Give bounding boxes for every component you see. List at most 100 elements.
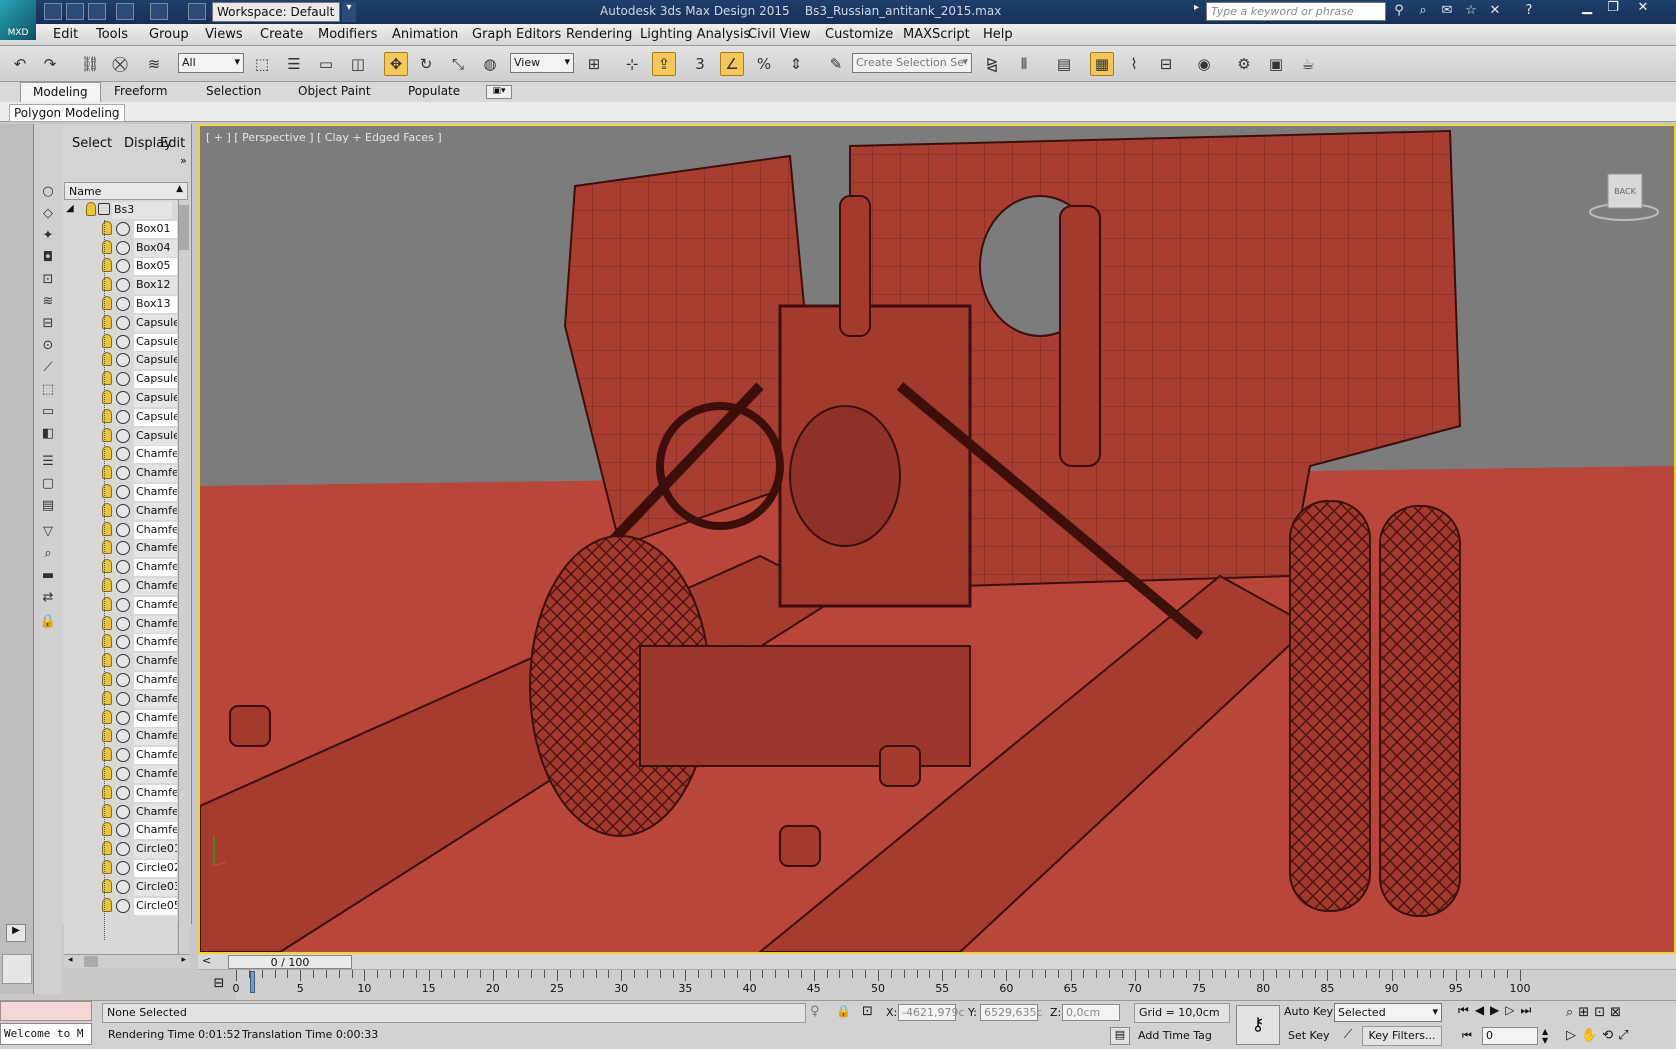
list-item[interactable]: Box01 — [64, 219, 177, 239]
snaps-toggle-icon[interactable]: 3 — [688, 52, 712, 76]
object-name[interactable]: Chamfe — [134, 728, 177, 746]
list-item[interactable]: Box04 — [64, 238, 177, 258]
list-item[interactable]: Chamfe — [64, 651, 177, 671]
object-name[interactable]: Chamfe — [134, 615, 177, 633]
list-item[interactable]: Chamfe — [64, 708, 177, 728]
select-object-icon[interactable]: ⬚ — [250, 52, 274, 76]
render-toggle-icon[interactable] — [116, 503, 130, 518]
close-button[interactable]: ✕ — [1630, 0, 1656, 20]
rectangular-selection-icon[interactable]: ▭ — [314, 52, 338, 76]
select-and-rotate-icon[interactable]: ↻ — [414, 52, 438, 76]
render-toggle-icon[interactable] — [116, 654, 130, 669]
track-bar-ruler[interactable]: 0 5 10 15 20 25 30 35 40 45 50 55 60 65 70 75 80 85 90 95 10… — [233, 970, 1676, 1000]
keyboard-shortcut-override-icon[interactable]: ⇪ — [652, 52, 676, 76]
render-toggle-icon[interactable] — [116, 297, 130, 311]
render-toggle-icon[interactable] — [116, 842, 130, 857]
list-vertical-scrollbar[interactable] — [178, 200, 190, 954]
list-item[interactable]: Circle05 — [64, 896, 177, 916]
render-toggle-icon[interactable] — [116, 447, 130, 462]
xrefs-filter-icon[interactable]: ⊙ — [39, 338, 57, 356]
render-toggle-icon[interactable] — [116, 861, 130, 875]
time-slider-thumb[interactable]: 0 / 100 — [228, 955, 352, 969]
render-toggle-icon[interactable] — [116, 353, 130, 368]
list-item[interactable]: Chamfe — [64, 670, 177, 690]
render-toggle-icon[interactable] — [116, 541, 130, 556]
list-item[interactable]: Chamfe — [64, 557, 177, 577]
percent-snap-icon[interactable]: % — [752, 52, 776, 76]
list-item[interactable]: Chamfe — [64, 820, 177, 840]
light-bulb-icon[interactable] — [86, 202, 96, 216]
undo-icon[interactable]: ↶ — [8, 52, 32, 76]
project-folder-icon[interactable] — [188, 3, 206, 20]
material-editor-icon[interactable]: ◉ — [1192, 52, 1216, 76]
find-icon[interactable]: ⌕ — [39, 546, 57, 564]
key-tangent-icon[interactable]: ⟋ — [1338, 1027, 1358, 1045]
expand-panel-icon[interactable]: ▶ — [6, 924, 26, 942]
list-item[interactable]: Chamfe — [64, 802, 177, 822]
set-key-mode-icon[interactable]: ⚷ — [1236, 1005, 1280, 1045]
object-name[interactable]: Box01 — [134, 220, 177, 238]
explorer-menu-edit[interactable]: Edit — [160, 136, 185, 151]
scene-explorer-toggle-icon[interactable]: ▦ — [1090, 52, 1114, 76]
current-frame-field[interactable]: 0 — [1482, 1027, 1538, 1045]
list-item[interactable]: Box12 — [64, 275, 177, 295]
zoom-icon[interactable]: ⌕ — [1566, 1005, 1578, 1020]
sync-selection-icon[interactable]: ⇄ — [39, 590, 57, 608]
maxscript-listener-top[interactable] — [0, 1001, 92, 1021]
list-item[interactable]: Chamfe — [64, 783, 177, 803]
save-file-icon[interactable] — [88, 3, 106, 20]
list-item[interactable]: Chamfe — [64, 444, 177, 464]
render-toggle-icon[interactable] — [116, 428, 130, 443]
object-name[interactable]: Chamfe — [134, 502, 177, 520]
tab-modeling[interactable]: Modeling — [20, 82, 101, 102]
sort-arrow-icon[interactable]: ▲ — [176, 184, 183, 194]
menu-maxscript[interactable]: MAXScript — [903, 27, 970, 42]
select-and-place-icon[interactable]: ◍ — [478, 52, 502, 76]
object-name[interactable]: Chamfe — [134, 766, 177, 783]
bind-to-space-warp-icon[interactable]: ≋ — [142, 52, 166, 76]
highlight-icon[interactable]: ▬ — [39, 568, 57, 586]
restore-button[interactable]: ❐ — [1600, 0, 1626, 20]
collapse-arrow-icon[interactable]: ◢ — [66, 203, 74, 214]
cameras-filter-icon[interactable]: ◘ — [39, 250, 57, 268]
render-toggle-icon[interactable] — [116, 729, 130, 744]
absolute-mode-icon[interactable]: ⊡ — [862, 1004, 873, 1019]
mirror-icon[interactable]: ⧎ — [980, 52, 1004, 76]
render-toggle-icon[interactable] — [116, 823, 130, 838]
help-icon[interactable]: ? — [1520, 3, 1538, 20]
render-toggle-icon[interactable] — [116, 691, 130, 706]
render-toggle-icon[interactable] — [116, 221, 130, 236]
list-item[interactable]: Capsule — [64, 313, 177, 333]
search-expand-icon[interactable]: ▸ — [1194, 2, 1204, 21]
object-name[interactable]: Capsule — [134, 352, 177, 370]
filter-icon[interactable]: ▽ — [39, 524, 57, 542]
explorer-menu-select[interactable]: Select — [72, 136, 112, 151]
object-name[interactable]: Capsule — [134, 390, 177, 407]
object-name[interactable]: Chamfe — [134, 540, 177, 558]
object-name[interactable]: Chamfe — [134, 747, 177, 765]
object-name[interactable]: Chamfe — [134, 784, 177, 802]
object-name[interactable]: Chamfe — [134, 559, 177, 577]
list-item[interactable]: Capsule — [64, 388, 177, 408]
render-toggle-icon[interactable] — [116, 391, 130, 405]
ribbon-options-icon[interactable]: ▣▾ — [486, 85, 512, 99]
list-item[interactable]: Chamfe — [64, 614, 177, 634]
current-frame-marker[interactable] — [250, 971, 255, 993]
time-tag-icon[interactable]: ▤ — [1110, 1027, 1130, 1045]
menu-lighting-analysis[interactable]: Lighting Analysis — [640, 27, 750, 42]
z-coordinate-field[interactable]: 0,0cm — [1062, 1004, 1120, 1021]
select-and-move-icon[interactable]: ✥ — [384, 52, 408, 76]
open-file-icon[interactable] — [66, 3, 84, 20]
list-item[interactable]: Circle01 — [64, 839, 177, 859]
key-mode-dropdown[interactable]: Selected — [1334, 1003, 1442, 1022]
object-name[interactable]: Chamfe — [134, 596, 177, 614]
spinner-snap-icon[interactable]: ⇕ — [784, 52, 808, 76]
undo-icon[interactable] — [116, 3, 134, 20]
object-name[interactable]: Capsule — [134, 427, 177, 445]
selection-filter-dropdown[interactable]: All — [178, 53, 244, 73]
pivot-center-icon[interactable]: ⊞ — [582, 52, 606, 76]
object-name[interactable]: Box12 — [134, 277, 177, 295]
edit-named-selection-icon[interactable]: ✎ — [824, 52, 848, 76]
object-frozen-icon[interactable] — [98, 203, 110, 215]
schematic-view-icon[interactable]: ⊟ — [1154, 52, 1178, 76]
